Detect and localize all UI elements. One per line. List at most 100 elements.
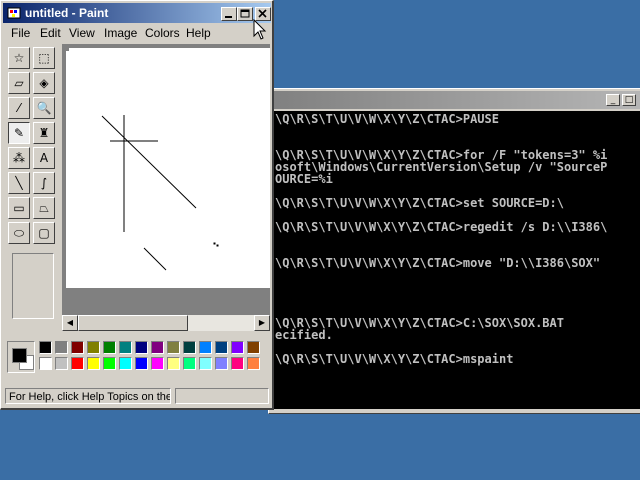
minimize-icon [225,16,232,18]
palette-color[interactable] [183,341,196,354]
palette-color[interactable] [231,357,244,370]
palette-color[interactable] [135,357,148,370]
status-text: For Help, click Help Topics on the [5,388,171,404]
polygon-tool[interactable]: ⏢ [33,197,55,219]
fill-icon: ◈ [39,76,49,90]
menu-image[interactable]: Image [104,26,137,40]
horizontal-scrollbar[interactable]: ◀ ▶ [62,315,270,331]
magnifier-tool[interactable]: 🔍 [33,97,55,119]
eraser-icon: ▱ [14,76,24,90]
maximize-button[interactable] [237,7,253,21]
palette-color[interactable] [39,341,52,354]
ellipse-tool[interactable]: ⬭ [8,222,30,244]
palette-color[interactable] [167,357,180,370]
polygon-icon: ⏢ [39,201,49,215]
palette-color[interactable] [231,341,244,354]
menu-file[interactable]: File [11,26,30,40]
palette-color[interactable] [199,341,212,354]
menu-colors[interactable]: Colors [145,26,180,40]
paint-window[interactable]: untitled - Paint File Edit View Image Co… [0,0,274,410]
palette-color[interactable] [103,357,116,370]
console-line: \Q\R\S\T\U\V\W\X\Y\Z\CTAC>PAUSE [275,112,499,126]
window-title: untitled - Paint [25,6,109,20]
palette-color[interactable] [215,341,228,354]
palette-color[interactable] [55,357,68,370]
line-tool[interactable]: ╲ [8,172,30,194]
current-colors[interactable] [7,341,35,373]
console-line: ecified. [275,328,333,342]
scroll-right-button[interactable]: ▶ [254,315,270,331]
console-line: OURCE=%i [275,172,333,186]
foreground-color-swatch[interactable] [12,348,27,363]
command-prompt-window[interactable]: _ □ \Q\R\S\T\U\V\W\X\Y\Z\CTAC>PAUSE \Q\R\… [268,88,640,414]
drawn-dot [213,242,216,245]
eraser-tool[interactable]: ▱ [8,72,30,94]
free-select-tool[interactable]: ☆ [8,47,30,69]
maximize-icon [240,9,250,18]
palette-color[interactable] [215,357,228,370]
airbrush-tool[interactable]: ⁂ [8,147,30,169]
canvas-resize-handle [66,48,69,51]
rounded-rectangle-tool[interactable]: ▢ [33,222,55,244]
drawing-canvas[interactable] [66,48,270,288]
console-line: \Q\R\S\T\U\V\W\X\Y\Z\CTAC>set SOURCE=D:\ [275,196,564,210]
curve-tool[interactable]: ∫ [33,172,55,194]
text-icon: A [39,151,49,165]
magnifier-icon: 🔍 [36,101,52,115]
console-maximize-button[interactable]: □ [622,94,636,106]
palette-color[interactable] [55,341,68,354]
palette-color[interactable] [167,341,180,354]
tool-options-panel[interactable] [12,253,54,319]
paint-app-icon [7,7,21,19]
rounded-rectangle-icon: ▢ [38,226,50,240]
select-tool[interactable]: ⬚ [33,47,55,69]
palette-color[interactable] [87,357,100,370]
scroll-thumb[interactable] [78,315,188,331]
palette-color[interactable] [151,341,164,354]
console-titlebar[interactable]: _ □ [270,91,640,109]
minimize-button[interactable] [221,7,237,21]
menu-help[interactable]: Help [186,26,211,40]
menu-edit[interactable]: Edit [40,26,61,40]
status-bar: For Help, click Help Topics on the [3,387,271,407]
ellipse-icon: ⬭ [13,226,25,240]
palette-color[interactable] [71,357,84,370]
drawn-diagonal-line [101,115,197,209]
brush-tool[interactable]: ♜ [33,122,55,144]
fill-tool[interactable]: ◈ [33,72,55,94]
console-line: \Q\R\S\T\U\V\W\X\Y\Z\CTAC>mspaint [275,352,514,366]
paint-titlebar[interactable]: untitled - Paint [3,3,271,23]
text-tool[interactable]: A [33,147,55,169]
pencil-tool[interactable]: ✎ [8,122,30,144]
palette-color[interactable] [119,357,132,370]
canvas-area[interactable] [62,44,270,331]
free-select-icon: ☆ [13,51,25,65]
palette-color[interactable] [71,341,84,354]
palette-color[interactable] [247,341,260,354]
curve-icon: ∫ [40,176,48,190]
palette-color[interactable] [183,357,196,370]
palette-color[interactable] [119,341,132,354]
palette-color[interactable] [87,341,100,354]
pencil-icon: ✎ [13,126,25,140]
palette-color[interactable] [103,341,116,354]
palette-color[interactable] [247,357,260,370]
palette-color[interactable] [39,357,52,370]
drawn-dot [216,244,219,247]
airbrush-icon: ⁂ [13,151,25,165]
select-icon: ⬚ [38,51,50,65]
palette-color[interactable] [135,341,148,354]
console-minimize-button[interactable]: _ [606,94,620,106]
status-position [175,388,269,404]
pick-color-tool[interactable]: ⁄ [8,97,30,119]
rectangle-icon: ▭ [13,201,25,215]
menu-bar: File Edit View Image Colors Help [3,24,271,42]
rectangle-tool[interactable]: ▭ [8,197,30,219]
scroll-left-button[interactable]: ◀ [62,315,78,331]
palette-color[interactable] [199,357,212,370]
console-output[interactable]: \Q\R\S\T\U\V\W\X\Y\Z\CTAC>PAUSE \Q\R\S\T\… [274,111,640,409]
menu-view[interactable]: View [69,26,95,40]
console-line: \Q\R\S\T\U\V\W\X\Y\Z\CTAC>regedit /s D:\… [275,220,608,234]
palette-color[interactable] [151,357,164,370]
tool-box: ☆ ⬚ ▱ ◈ ⁄ 🔍 ✎ ♜ ⁂ A ╲ ∫ ▭ ⏢ ⬭ ▢ [5,45,60,321]
